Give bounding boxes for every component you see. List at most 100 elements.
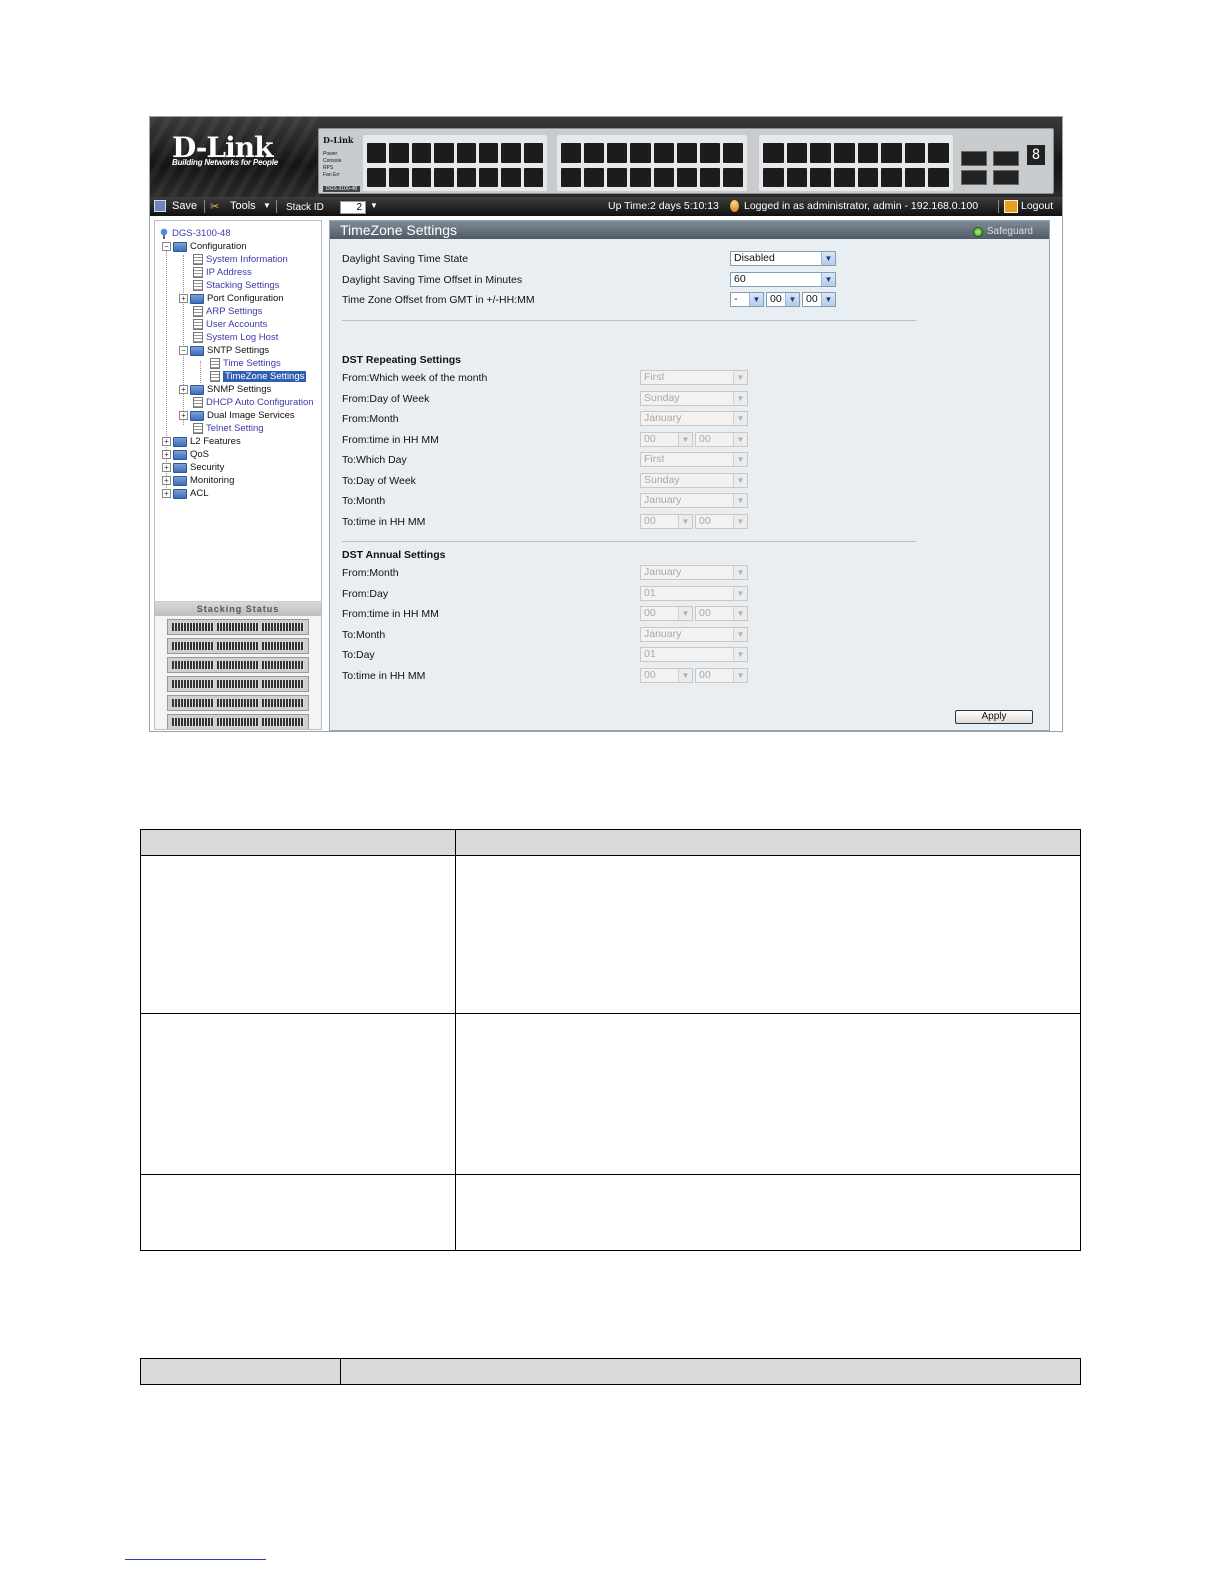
stack-id-dropdown-icon[interactable]: ▼ (370, 201, 378, 210)
logo-tagline: Building Networks for People (172, 158, 278, 167)
rep-to-day-select[interactable]: First ▼ (640, 452, 748, 467)
logout-icon[interactable] (1004, 200, 1018, 213)
tz-minutes-select[interactable]: 00 ▼ (802, 292, 836, 307)
chevron-down-icon: ▼ (678, 607, 692, 620)
tree-telnet-setting[interactable]: Telnet Setting (193, 422, 264, 435)
dst-offset-select[interactable]: 60 ▼ (730, 272, 836, 287)
tree-time-settings[interactable]: Time Settings (210, 357, 281, 370)
page-icon (193, 254, 203, 265)
ann-from-time-label: From:time in HH MM (342, 608, 439, 620)
tree-system-information[interactable]: System Information (193, 253, 288, 266)
port-block-1-16[interactable] (363, 135, 547, 191)
folder-icon (173, 488, 187, 499)
panel-model: DGS-3100-48 (323, 186, 360, 192)
tree-acl[interactable]: + ACL (162, 487, 208, 500)
collapse-icon[interactable]: − (179, 346, 188, 355)
expand-icon[interactable]: + (162, 476, 171, 485)
chevron-down-icon: ▼ (821, 252, 835, 265)
combo-port-45-46[interactable] (961, 151, 987, 185)
stack-id-select[interactable]: 2 (340, 201, 366, 214)
rep-from-hour-select[interactable]: 00 ▼ (640, 432, 693, 447)
tree-stacking-settings[interactable]: Stacking Settings (193, 279, 279, 292)
stack-unit-2[interactable] (167, 638, 309, 654)
ann-to-hour-select[interactable]: 00 ▼ (640, 668, 693, 683)
tools-dropdown-icon[interactable]: ▼ (263, 201, 271, 210)
rep-to-hour-select[interactable]: 00 ▼ (640, 514, 693, 529)
ann-to-month-select[interactable]: January ▼ (640, 627, 748, 642)
stack-unit-4[interactable] (167, 676, 309, 692)
folder-icon (173, 475, 187, 486)
ann-from-minute-select[interactable]: 00 ▼ (695, 606, 748, 621)
tree-dual-image-services[interactable]: + Dual Image Services (179, 409, 295, 422)
expand-icon[interactable]: + (162, 463, 171, 472)
tree-snmp-settings[interactable]: + SNMP Settings (179, 383, 271, 396)
apply-button[interactable]: Apply (955, 710, 1033, 724)
ann-to-minute-select[interactable]: 00 ▼ (695, 668, 748, 683)
combo-port-47-48[interactable] (993, 151, 1019, 185)
rep-to-day-label: To:Which Day (342, 454, 407, 466)
dst-repeating-title: DST Repeating Settings (342, 354, 462, 366)
expand-icon[interactable]: + (179, 411, 188, 420)
ann-from-day-select[interactable]: 01 ▼ (640, 586, 748, 601)
page-icon (193, 319, 203, 330)
port-block-17-32[interactable] (557, 135, 747, 191)
tree-monitoring[interactable]: + Monitoring (162, 474, 234, 487)
tools-icon[interactable]: ✂ (210, 200, 219, 213)
tree-system-log-host[interactable]: System Log Host (193, 331, 278, 344)
tree-sntp-settings[interactable]: − SNTP Settings (179, 344, 269, 357)
tools-menu[interactable]: Tools (230, 200, 256, 212)
navigation-sidebar: DGS-3100-48 − Configuration System Infor… (154, 220, 322, 730)
footer-link-underline (125, 1559, 266, 1560)
stack-unit-6[interactable] (167, 714, 309, 729)
stack-unit-1[interactable] (167, 619, 309, 635)
rep-from-month-select[interactable]: January ▼ (640, 411, 748, 426)
toolbar: Save ✂ Tools ▼ Stack ID 2 ▼ Up Time:2 da… (150, 197, 1062, 216)
table-cell (140, 855, 456, 1014)
chevron-down-icon: ▼ (678, 669, 692, 682)
tree-arp-settings[interactable]: ARP Settings (193, 305, 262, 318)
rep-to-month-select[interactable]: January ▼ (640, 493, 748, 508)
expand-icon[interactable]: + (162, 450, 171, 459)
stack-unit-3[interactable] (167, 657, 309, 673)
chevron-down-icon: ▼ (733, 607, 747, 620)
table-header-cell (140, 1358, 341, 1385)
dst-offset-label: Daylight Saving Time Offset in Minutes (342, 274, 523, 286)
save-button[interactable]: Save (172, 200, 197, 212)
tree-root[interactable]: DGS-3100-48 (159, 227, 231, 240)
tree-user-accounts[interactable]: User Accounts (193, 318, 267, 331)
tree-qos[interactable]: + QoS (162, 448, 209, 461)
safeguard-indicator: Safeguard (972, 223, 1033, 241)
ann-from-hour-select[interactable]: 00 ▼ (640, 606, 693, 621)
ann-from-month-select[interactable]: January ▼ (640, 565, 748, 580)
rep-from-dow-select[interactable]: Sunday ▼ (640, 391, 748, 406)
expand-icon[interactable]: + (179, 385, 188, 394)
stack-unit-5[interactable] (167, 695, 309, 711)
tree-ip-address[interactable]: IP Address (193, 266, 252, 279)
rep-from-week-select[interactable]: First ▼ (640, 370, 748, 385)
ann-to-day-select[interactable]: 01 ▼ (640, 647, 748, 662)
expand-icon[interactable]: + (162, 489, 171, 498)
unit-id-display: 8 (1027, 145, 1045, 165)
tz-hours-select[interactable]: 00 ▼ (766, 292, 800, 307)
logout-button[interactable]: Logout (1021, 200, 1053, 212)
rep-to-minute-select[interactable]: 00 ▼ (695, 514, 748, 529)
stack-id-label: Stack ID (286, 202, 324, 213)
expand-icon[interactable]: + (162, 437, 171, 446)
rep-from-minute-select[interactable]: 00 ▼ (695, 432, 748, 447)
tree-security[interactable]: + Security (162, 461, 224, 474)
dst-state-select[interactable]: Disabled ▼ (730, 251, 836, 266)
port-block-33-48[interactable] (759, 135, 953, 191)
collapse-icon[interactable]: − (162, 242, 171, 251)
tree-l2-features[interactable]: + L2 Features (162, 435, 241, 448)
save-icon[interactable] (154, 200, 166, 212)
tree-dhcp-auto-configuration[interactable]: DHCP Auto Configuration (193, 396, 314, 409)
tree-port-configuration[interactable]: + Port Configuration (179, 292, 284, 305)
rep-to-time-label: To:time in HH MM (342, 516, 426, 528)
tree-configuration[interactable]: − Configuration (162, 240, 247, 253)
chevron-down-icon: ▼ (733, 371, 747, 384)
tree-timezone-settings[interactable]: TimeZone Settings (210, 370, 307, 383)
expand-icon[interactable]: + (179, 294, 188, 303)
chevron-down-icon: ▼ (749, 293, 763, 306)
rep-to-dow-select[interactable]: Sunday ▼ (640, 473, 748, 488)
tz-sign-select[interactable]: - ▼ (730, 292, 764, 307)
